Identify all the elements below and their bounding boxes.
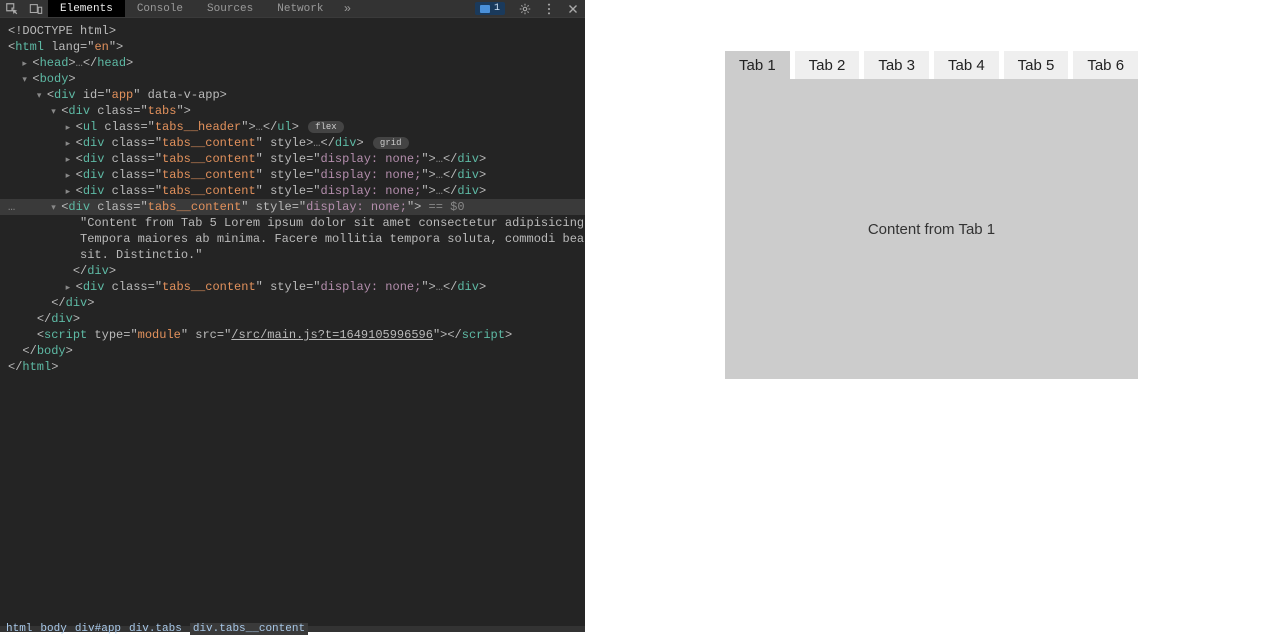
tree-text[interactable]: "Content from Tab 5 Lorem ipsum dolor si…: [0, 215, 585, 231]
tree-line[interactable]: </body>: [0, 343, 585, 359]
console-messages-badge[interactable]: 1: [475, 2, 505, 15]
devtools-tab-network[interactable]: Network: [265, 0, 335, 17]
tree-line[interactable]: <body>: [0, 71, 585, 87]
breadcrumb-item[interactable]: div#app: [75, 623, 121, 635]
tab-button-6[interactable]: Tab 6: [1073, 51, 1138, 79]
tree-line[interactable]: <div class="tabs__content" style>…</div>…: [0, 135, 585, 151]
tree-line-selected[interactable]: … <div class="tabs__content" style="disp…: [0, 199, 585, 215]
flex-badge[interactable]: flex: [308, 121, 344, 133]
expand-arrow-icon[interactable]: [66, 183, 73, 190]
tree-line[interactable]: <div class="tabs__content" style="displa…: [0, 183, 585, 199]
collapse-arrow-icon[interactable]: [51, 199, 58, 206]
device-toolbar-icon[interactable]: [24, 0, 48, 17]
tree-line[interactable]: <div class="tabs__content" style="displa…: [0, 279, 585, 295]
tab-content-text: Content from Tab 1: [868, 221, 995, 238]
kebab-menu-icon[interactable]: [537, 0, 561, 17]
tree-line[interactable]: </div>: [0, 295, 585, 311]
page-preview: Tab 1 Tab 2 Tab 3 Tab 4 Tab 5 Tab 6 Cont…: [585, 0, 1268, 632]
devtools-tab-console[interactable]: Console: [125, 0, 195, 17]
tree-line[interactable]: <!DOCTYPE html>: [0, 23, 585, 39]
collapse-arrow-icon[interactable]: [51, 103, 58, 110]
devtools-tab-sources[interactable]: Sources: [195, 0, 265, 17]
tab-button-1[interactable]: Tab 1: [725, 51, 790, 79]
devtools-tab-bar: Elements Console Sources Network » 1: [0, 0, 585, 18]
message-icon: [480, 5, 490, 13]
tab-button-2[interactable]: Tab 2: [795, 51, 860, 79]
tree-line[interactable]: <div class="tabs__content" style="displa…: [0, 167, 585, 183]
inspect-element-icon[interactable]: [0, 0, 24, 17]
expand-arrow-icon[interactable]: [66, 151, 73, 158]
tree-line[interactable]: <div class="tabs__content" style="displa…: [0, 151, 585, 167]
console-messages-count: 1: [494, 3, 500, 14]
breadcrumb-item[interactable]: div.tabs__content: [190, 623, 308, 635]
tabs-header: Tab 1 Tab 2 Tab 3 Tab 4 Tab 5 Tab 6: [725, 51, 1138, 79]
expand-arrow-icon[interactable]: [66, 119, 73, 126]
tree-line[interactable]: </html>: [0, 359, 585, 375]
collapse-arrow-icon[interactable]: [37, 87, 44, 94]
expand-arrow-icon[interactable]: [66, 167, 73, 174]
tab-button-4[interactable]: Tab 4: [934, 51, 999, 79]
breadcrumb-item[interactable]: div.tabs: [129, 623, 182, 635]
tab-button-5[interactable]: Tab 5: [1004, 51, 1069, 79]
close-devtools-icon[interactable]: [561, 0, 585, 17]
tree-line[interactable]: <script type="module" src="/src/main.js?…: [0, 327, 585, 343]
expand-arrow-icon[interactable]: [66, 135, 73, 142]
expand-arrow-icon[interactable]: [66, 279, 73, 286]
settings-icon[interactable]: [513, 0, 537, 17]
tree-line[interactable]: <ul class="tabs__header">…</ul> flex: [0, 119, 585, 135]
collapse-arrow-icon[interactable]: [22, 71, 29, 78]
devtools-panel: Elements Console Sources Network » 1 <!D…: [0, 0, 585, 632]
tree-line[interactable]: <div id="app" data-v-app>: [0, 87, 585, 103]
expand-arrow-icon[interactable]: [22, 55, 29, 62]
tree-line[interactable]: <html lang="en">: [0, 39, 585, 55]
grid-badge[interactable]: grid: [373, 137, 409, 149]
script-src-link[interactable]: /src/main.js?t=1649105996596: [231, 328, 433, 342]
devtools-tab-elements[interactable]: Elements: [48, 0, 125, 17]
elements-tree[interactable]: <!DOCTYPE html> <html lang="en"> <head>……: [0, 18, 585, 626]
tree-line[interactable]: <head>…</head>: [0, 55, 585, 71]
tree-text[interactable]: Tempora maiores ab minima. Facere mollit…: [0, 231, 585, 247]
tabs-content-panel: Content from Tab 1: [725, 79, 1138, 379]
tabs-widget: Tab 1 Tab 2 Tab 3 Tab 4 Tab 5 Tab 6 Cont…: [725, 51, 1138, 379]
tree-line[interactable]: </div>: [0, 311, 585, 327]
more-tabs-icon[interactable]: »: [335, 0, 359, 17]
breadcrumb-item[interactable]: body: [40, 623, 66, 635]
tree-text[interactable]: sit. Distinctio.": [0, 247, 585, 263]
tab-button-3[interactable]: Tab 3: [864, 51, 929, 79]
tree-line[interactable]: </div>: [0, 263, 585, 279]
dom-breadcrumbs[interactable]: html body div#app div.tabs div.tabs__con…: [0, 626, 585, 632]
breadcrumb-item[interactable]: html: [6, 623, 32, 635]
tree-line[interactable]: <div class="tabs">: [0, 103, 585, 119]
